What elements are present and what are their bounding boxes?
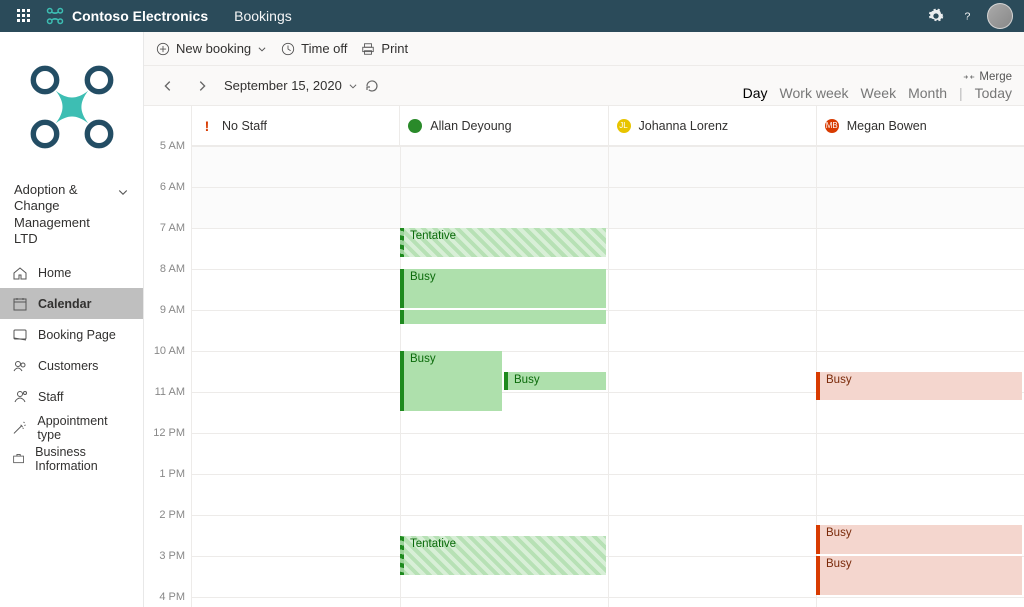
plus-circle-icon [156, 42, 170, 56]
view-week[interactable]: Week [861, 85, 897, 101]
gear-icon [928, 8, 944, 24]
calendar-event[interactable]: Busy [816, 372, 1022, 401]
page-icon [12, 327, 28, 343]
print-icon [361, 42, 375, 56]
view-today[interactable]: Today [975, 85, 1012, 101]
time-label: 8 AM [160, 263, 185, 275]
sidebar-item-booking-page[interactable]: Booking Page [0, 319, 143, 350]
help-icon: ? [961, 9, 975, 23]
calendar-event[interactable]: Busy [816, 525, 1022, 554]
calendar-icon [12, 296, 28, 312]
arrow-right-icon [195, 79, 209, 93]
column-headers: !No StaffAllan DeyoungJLJohanna LorenzMB… [192, 106, 1024, 146]
toolbar: New booking Time off Print [144, 32, 1024, 66]
sidebar-item-label: Customers [38, 359, 98, 373]
new-booking-button[interactable]: New booking [156, 41, 267, 56]
time-label: 4 PM [159, 591, 185, 603]
time-label: 9 AM [160, 304, 185, 316]
people-icon [12, 358, 28, 374]
staff-icon [12, 389, 28, 405]
column-header[interactable]: JLJohanna Lorenz [609, 106, 817, 145]
warning-icon: ! [200, 118, 214, 134]
app-name[interactable]: Bookings [234, 8, 292, 24]
sidebar-item-label: Staff [38, 390, 63, 404]
column-header[interactable]: !No Staff [192, 106, 400, 145]
merge-button[interactable]: Merge [963, 71, 1012, 83]
calendar-event[interactable]: Busy [400, 351, 502, 411]
sidebar-item-label: Home [38, 266, 71, 280]
settings-button[interactable] [920, 0, 952, 32]
app-header: Contoso Electronics Bookings ? [0, 0, 1024, 32]
time-label: 5 AM [160, 140, 185, 152]
view-work-week[interactable]: Work week [780, 85, 849, 101]
time-label: 12 PM [153, 427, 185, 439]
column-header[interactable]: Allan Deyoung [400, 106, 608, 145]
avatar-icon [987, 3, 1013, 29]
wand-icon [12, 420, 27, 436]
print-button[interactable]: Print [361, 41, 408, 56]
brand: Contoso Electronics [46, 7, 208, 25]
arrow-left-icon [161, 79, 175, 93]
sidebar-item-label: Business Information [35, 445, 131, 473]
view-switcher: Day Work week Week Month | Today [743, 85, 1012, 101]
svg-text:?: ? [965, 11, 971, 23]
prev-date-button[interactable] [156, 74, 180, 98]
business-logo [0, 32, 143, 182]
calendar-event[interactable] [400, 310, 606, 324]
subtoolbar: September 15, 2020 Merge Day Work week W… [144, 66, 1024, 106]
time-column: 5 AM 6 AM 7 AM 8 AM 9 AM 10 AM 11 AM 12 PM 1 PM 2… [144, 106, 192, 607]
date-picker[interactable]: September 15, 2020 [224, 78, 380, 94]
chevron-down-icon [348, 81, 358, 91]
time-label: 10 AM [154, 345, 185, 357]
waffle-icon [17, 9, 31, 23]
business-name: Adoption & Change Management LTD [14, 182, 114, 247]
chevron-down-icon [257, 44, 267, 54]
calendar-event[interactable]: Tentative [400, 228, 606, 257]
time-label: 11 AM [155, 386, 185, 398]
next-date-button[interactable] [190, 74, 214, 98]
chevron-down-icon [117, 186, 129, 198]
person-dot-icon: JL [617, 119, 631, 133]
briefcase-icon [12, 451, 25, 467]
calendar-event[interactable]: Busy [400, 269, 606, 308]
sidebar-item-home[interactable]: Home [0, 257, 143, 288]
help-button[interactable]: ? [952, 0, 984, 32]
app-launcher-button[interactable] [8, 0, 40, 32]
account-button[interactable] [984, 0, 1016, 32]
sidebar-item-staff[interactable]: Staff [0, 381, 143, 412]
time-label: 1 PM [159, 468, 185, 480]
calendar: 5 AM 6 AM 7 AM 8 AM 9 AM 10 AM 11 AM 12 PM 1 PM 2… [144, 106, 1024, 607]
time-label: 7 AM [160, 222, 185, 234]
time-label: 2 PM [159, 509, 185, 521]
clock-icon [281, 42, 295, 56]
sidebar-item-appointment-type[interactable]: Appointment type [0, 412, 143, 443]
calendar-event[interactable]: Busy [816, 556, 1022, 595]
sidebar: Adoption & Change Management LTD Home Cal… [0, 32, 144, 607]
business-selector[interactable]: Adoption & Change Management LTD [0, 182, 143, 257]
refresh-icon [364, 78, 380, 94]
home-icon [12, 265, 28, 281]
sidebar-item-label: Appointment type [37, 414, 131, 442]
sidebar-item-customers[interactable]: Customers [0, 350, 143, 381]
calendar-event[interactable]: Tentative [400, 536, 606, 575]
view-day[interactable]: Day [743, 85, 768, 101]
merge-icon [963, 72, 975, 82]
time-label: 6 AM [160, 181, 185, 193]
person-dot-icon [408, 119, 422, 133]
brand-icon [46, 7, 64, 25]
time-label: 3 PM [159, 550, 185, 562]
sidebar-item-business-information[interactable]: Business Information [0, 443, 143, 474]
time-off-button[interactable]: Time off [281, 41, 347, 56]
calendar-event[interactable]: Busy [504, 372, 606, 391]
calendar-grid[interactable]: TentativeBusyBusyBusyTentativeBusyBusyBu… [192, 146, 1024, 607]
brand-name: Contoso Electronics [72, 8, 208, 24]
person-dot-icon: MB [825, 119, 839, 133]
view-month[interactable]: Month [908, 85, 947, 101]
column-header[interactable]: MBMegan Bowen [817, 106, 1024, 145]
sidebar-item-label: Booking Page [38, 328, 116, 342]
sidebar-item-label: Calendar [38, 297, 92, 311]
sidebar-item-calendar[interactable]: Calendar [0, 288, 143, 319]
